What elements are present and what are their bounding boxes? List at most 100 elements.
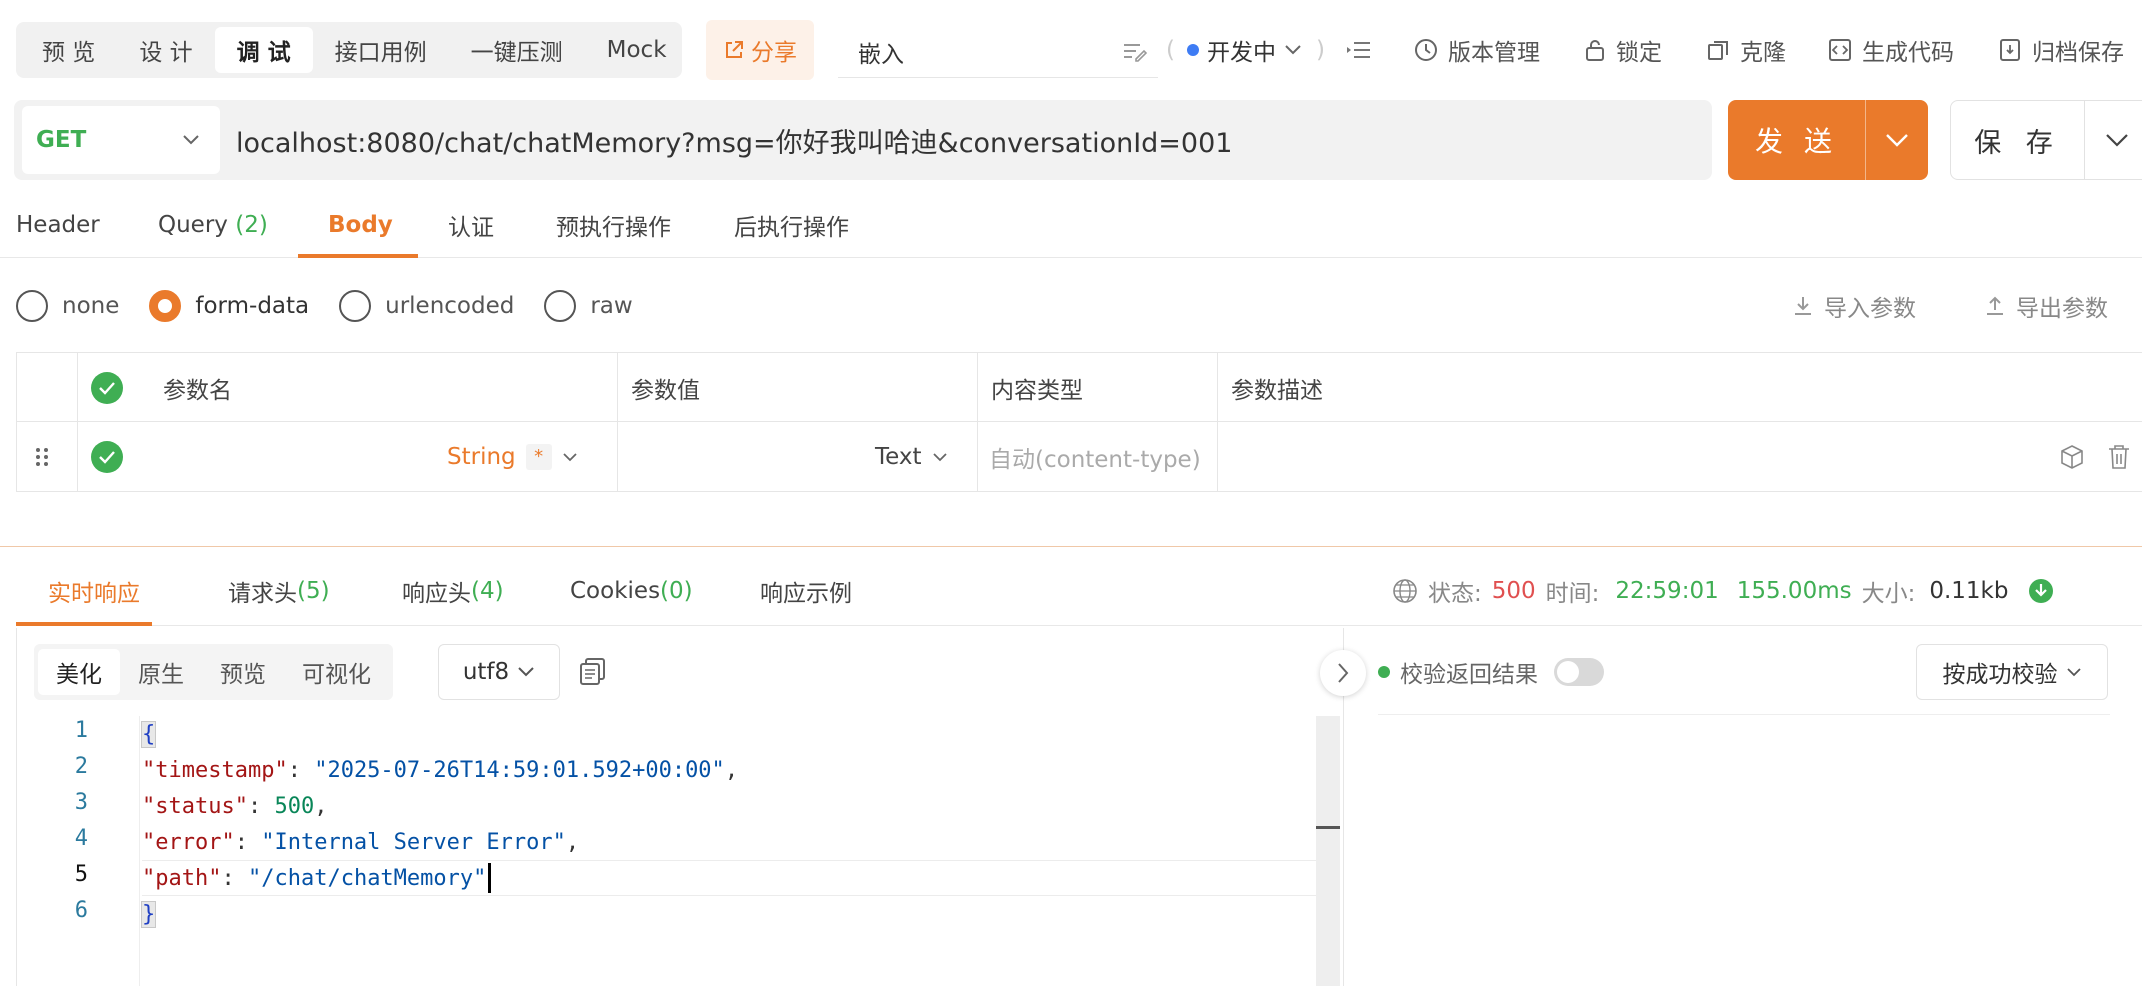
archive-icon [2000, 39, 2020, 61]
cookies-label: Cookies [570, 578, 661, 604]
validate-response: 校验返回结果 [1378, 644, 1604, 700]
json-value: 500 [274, 793, 315, 819]
row-enable-check[interactable] [91, 422, 123, 491]
tab-response-headers[interactable]: 响应头 (4) [402, 556, 504, 626]
tab-debug[interactable]: 调 试 [214, 27, 313, 73]
radio-form-data[interactable] [149, 290, 182, 322]
validate-toggle[interactable] [1554, 658, 1604, 686]
tab-body[interactable]: Body [328, 192, 393, 258]
tab-pre-script[interactable]: 预执行操作 [556, 192, 671, 258]
edit-list-icon[interactable] [1122, 41, 1148, 63]
version-button[interactable]: 版本管理 [1414, 22, 1540, 78]
view-raw[interactable]: 原生 [120, 649, 202, 695]
view-pretty[interactable]: 美化 [38, 649, 120, 695]
success-check-select[interactable]: 按成功校验 [1916, 644, 2108, 700]
code-line[interactable]: "timestamp": "2025-07-26T14:59:01.592+00… [142, 752, 738, 788]
param-type-label: String [447, 443, 516, 470]
archive-button[interactable]: 归档保存 [1998, 22, 2124, 78]
code-line[interactable]: { [140, 716, 157, 752]
tab-query[interactable]: Query (2) [158, 192, 268, 258]
chevron-right-icon [1338, 663, 1349, 683]
save-dropdown[interactable] [2085, 101, 2142, 179]
required-marker[interactable]: * [525, 443, 552, 470]
validate-status-dot [1378, 666, 1390, 678]
delete-icon[interactable] [2107, 422, 2131, 491]
json-value: "2025-07-26T14:59:01.592+00:00" [314, 757, 725, 783]
json-key: "path" [142, 865, 222, 891]
embed-field[interactable]: 嵌入 [838, 26, 1158, 78]
value-type-select[interactable]: Text [875, 422, 948, 491]
table-header-row: 参数名 参数值 内容类型 参数描述 [17, 353, 2142, 422]
tab-stress-test[interactable]: 一键压测 [449, 27, 585, 73]
lock-button[interactable]: 锁定 [1584, 22, 1662, 78]
send-dropdown[interactable] [1866, 100, 1928, 180]
body-type-radios: none form-data urlencoded raw [16, 286, 649, 326]
content-type-input[interactable]: 自动(content-type) [989, 422, 1201, 491]
tab-response-example[interactable]: 响应示例 [760, 556, 852, 626]
view-visualize[interactable]: 可视化 [284, 649, 389, 695]
save-button[interactable]: 保 存 [1950, 100, 2142, 180]
radio-none[interactable] [16, 290, 48, 322]
validate-label: 校验返回结果 [1400, 662, 1538, 688]
tab-design[interactable]: 设 计 [117, 27, 214, 73]
encoding-select[interactable]: utf8 [438, 644, 560, 700]
generate-code-label: 生成代码 [1862, 40, 1954, 66]
copy-icon[interactable] [578, 656, 608, 686]
send-button[interactable]: 发 送 [1728, 100, 1928, 180]
collapse-panel-button[interactable] [1320, 650, 1366, 696]
cube-icon[interactable] [2059, 422, 2085, 491]
param-type-select[interactable]: String * [447, 422, 578, 491]
clone-button[interactable]: 克隆 [1706, 22, 1786, 78]
json-brace-open: { [140, 720, 157, 748]
editor-scrollbar[interactable] [1316, 716, 1340, 986]
environment-selector[interactable]: ( 开发中 ) [1166, 22, 1325, 78]
import-params-button[interactable]: 导入参数 [1792, 286, 1916, 326]
download-response-icon[interactable] [2028, 578, 2054, 604]
export-params-button[interactable]: 导出参数 [1984, 286, 2108, 326]
outline-button[interactable] [1346, 22, 1372, 78]
tab-auth[interactable]: 认证 [448, 192, 494, 258]
tab-live-response[interactable]: 实时响应 [48, 556, 140, 626]
url-input[interactable]: localhost:8080/chat/chatMemory?msg=你好我叫哈… [236, 100, 1232, 180]
code-line[interactable]: "error": "Internal Server Error", [142, 824, 579, 860]
chevron-down-icon [563, 452, 577, 461]
radio-raw[interactable] [544, 290, 577, 322]
drag-handle-icon[interactable] [35, 422, 49, 491]
view-preview[interactable]: 预览 [202, 649, 284, 695]
json-value: "/chat/chatMemory" [247, 865, 487, 891]
lock-label: 锁定 [1616, 40, 1662, 66]
check-icon [91, 440, 123, 473]
archive-label: 归档保存 [2032, 40, 2124, 66]
tab-post-script[interactable]: 后执行操作 [734, 192, 849, 258]
tab-header[interactable]: Header [16, 192, 100, 258]
share-label: 分享 [751, 40, 797, 66]
params-table: 参数名 参数值 内容类型 参数描述 String * Text 自动(conte… [16, 352, 2142, 492]
line-number: 2 [74, 754, 88, 779]
tab-preview[interactable]: 预 览 [20, 27, 117, 73]
response-status: 状态: 500 时间: 22:59:01 155.00ms 大小: 0.11kb [1392, 556, 2054, 626]
clone-icon [1708, 41, 1728, 60]
save-label[interactable]: 保 存 [1951, 101, 2085, 179]
code-line[interactable]: "status": 500, [142, 788, 327, 824]
select-all-check[interactable] [91, 353, 123, 422]
generate-code-button[interactable]: 生成代码 [1828, 22, 1954, 78]
globe-icon[interactable] [1392, 578, 1418, 604]
response-divider[interactable] [0, 546, 2142, 547]
radio-urlencoded[interactable] [339, 290, 372, 322]
share-button[interactable]: 分享 [706, 20, 814, 80]
send-label[interactable]: 发 送 [1728, 100, 1866, 180]
method-label: GET [36, 127, 87, 153]
tab-cookies[interactable]: Cookies (0) [570, 556, 693, 626]
time-label: 时间: [1545, 581, 1600, 607]
method-select[interactable]: GET [22, 106, 220, 174]
share-icon [726, 41, 743, 58]
status-label: 状态: [1428, 581, 1482, 607]
json-key: "error" [142, 829, 235, 855]
tab-request-headers[interactable]: 请求头 (5) [228, 556, 330, 626]
code-line[interactable]: } [140, 896, 157, 932]
tab-mock[interactable]: Mock [585, 27, 689, 73]
env-paren-right: ) [1315, 37, 1325, 63]
tab-api-cases[interactable]: 接口用例 [313, 27, 449, 73]
line-number-gutter: 1 2 3 4 5 6 [18, 716, 140, 986]
code-line[interactable]: "path": "/chat/chatMemory" [142, 860, 492, 896]
